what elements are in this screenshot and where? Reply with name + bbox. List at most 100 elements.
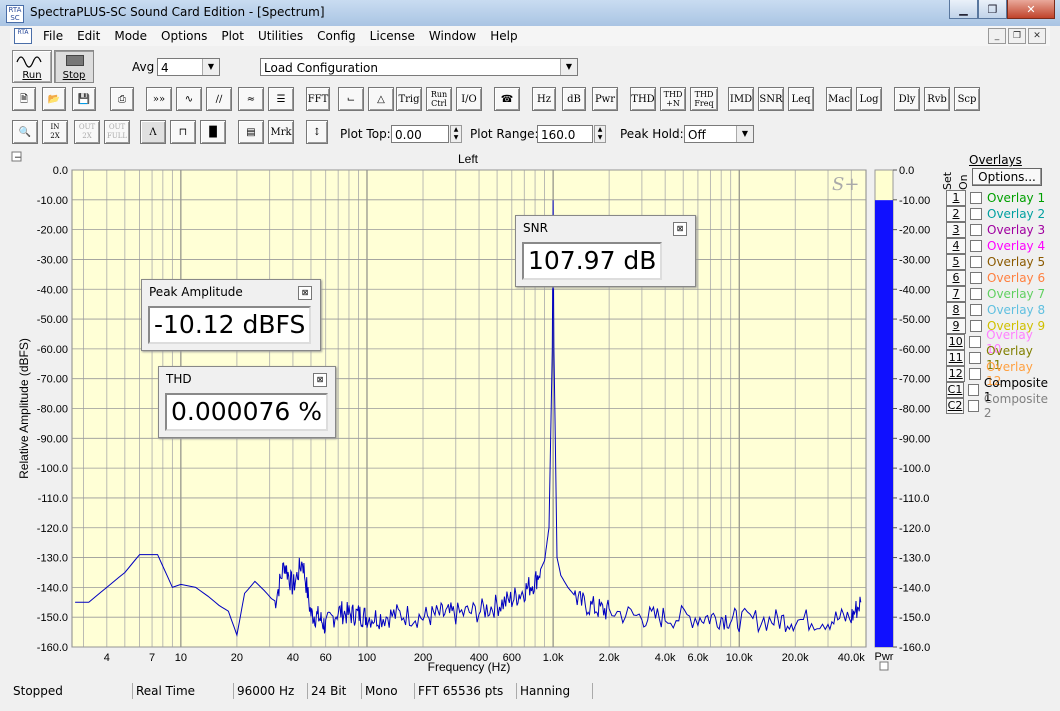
menu-mode[interactable]: Mode xyxy=(107,29,154,43)
io-button[interactable]: I/O xyxy=(456,87,482,111)
fast-forward-icon[interactable]: »» xyxy=(146,87,172,111)
axis-icon[interactable]: ⌙ xyxy=(338,87,364,111)
peak-amplitude-popup[interactable]: Peak Amplitude ⊠ -10.12 dBFS xyxy=(141,279,321,351)
overlay-checkbox[interactable] xyxy=(970,208,982,220)
mac-button[interactable]: Mac xyxy=(826,87,852,111)
plot-range-spinner[interactable]: ▲ ▼ xyxy=(594,125,606,143)
octave-plot-icon[interactable]: ▐▌ xyxy=(200,120,226,144)
mdi-restore-button[interactable]: ❐ xyxy=(1008,28,1026,44)
menu-plot[interactable]: Plot xyxy=(214,29,251,43)
overlay-set-button[interactable]: 5 xyxy=(946,254,966,270)
scope-icon[interactable]: ☎ xyxy=(494,87,520,111)
close-icon[interactable]: ⊠ xyxy=(298,286,312,300)
waterfall-icon[interactable]: ☰ xyxy=(268,87,294,111)
close-icon[interactable]: ⊠ xyxy=(673,222,687,236)
leq-button[interactable]: Leq xyxy=(788,87,814,111)
minimize-button[interactable]: ▁ xyxy=(949,0,978,19)
run-button[interactable]: Run xyxy=(12,50,52,83)
overlay-checkbox[interactable] xyxy=(969,336,982,348)
edit-wave-icon[interactable]: ∿ xyxy=(176,87,202,111)
imd-button[interactable]: IMD xyxy=(728,87,754,111)
table-icon[interactable]: ▤ xyxy=(238,120,264,144)
overlay-set-button[interactable]: 11 xyxy=(946,350,966,366)
menu-license[interactable]: License xyxy=(363,29,422,43)
print-icon[interactable]: ⎙ xyxy=(110,87,134,111)
overlay-checkbox[interactable] xyxy=(970,320,982,332)
peak-hold-select[interactable]: Off ▼ xyxy=(684,125,754,143)
zoom-full-icon[interactable]: OUT FULL xyxy=(104,120,130,144)
menu-file[interactable]: File xyxy=(36,29,70,43)
overlay-set-button[interactable]: 10 xyxy=(946,334,966,350)
line-plot-icon[interactable]: Λ xyxy=(140,120,166,144)
menu-utilities[interactable]: Utilities xyxy=(251,29,310,43)
overlay-set-button[interactable]: 1 xyxy=(946,190,966,206)
chevron-down-icon[interactable]: ▼ xyxy=(560,59,577,75)
chevron-down-icon[interactable]: ▼ xyxy=(202,59,219,75)
zoom-icon[interactable]: 🔍 xyxy=(12,120,38,144)
snr-button[interactable]: SNR xyxy=(758,87,784,111)
document-icon[interactable]: RTA xyxy=(14,28,32,44)
pwr-button[interactable]: Pwr xyxy=(592,87,618,111)
overlay-set-button[interactable]: 4 xyxy=(946,238,966,254)
overlay-checkbox[interactable] xyxy=(970,288,982,300)
zoom-in-2x-icon[interactable]: IN 2X xyxy=(42,120,68,144)
scp-button[interactable]: Scp xyxy=(954,87,980,111)
overlay-set-button[interactable]: C2 xyxy=(946,398,965,414)
overlay-set-button[interactable]: 7 xyxy=(946,286,966,302)
save-icon[interactable]: 💾 xyxy=(72,87,96,111)
run-ctrl-button[interactable]: Run Ctrl xyxy=(426,87,452,111)
stop-button[interactable]: Stop xyxy=(54,50,94,83)
collapse-icon[interactable]: − xyxy=(14,153,22,163)
overlay-checkbox[interactable] xyxy=(970,304,982,316)
overlay-checkbox[interactable] xyxy=(969,368,982,380)
overlay-options-button[interactable]: Options... xyxy=(972,168,1042,186)
spectraplus-icon[interactable]: RTA SC xyxy=(6,5,24,23)
title-bar[interactable]: RTA SC SpectraPLUS-SC Sound Card Edition … xyxy=(0,0,1060,26)
close-icon[interactable]: ⊠ xyxy=(313,373,327,387)
open-file-icon[interactable]: 📂 xyxy=(42,87,66,111)
cursor-icon[interactable]: ↕ xyxy=(306,120,328,144)
snr-popup[interactable]: SNR ⊠ 107.97 dB xyxy=(515,215,696,287)
overlay-set-button[interactable]: 12 xyxy=(946,366,966,382)
spectrum-plot[interactable]: − Left 0.0 -10.00 -20.00 -30.00 -40.00 -50.00… xyxy=(10,150,936,680)
zoom-out-2x-icon[interactable]: OUT 2X xyxy=(74,120,100,144)
overlay-set-button[interactable]: C1 xyxy=(946,382,965,398)
signal-gen-icon[interactable]: ≈ xyxy=(238,87,264,111)
restore-button[interactable]: ❐ xyxy=(978,0,1007,19)
db-button[interactable]: dB xyxy=(562,87,586,111)
overlay-set-button[interactable]: 9 xyxy=(946,318,966,334)
bar-plot-icon[interactable]: ⊓ xyxy=(170,120,196,144)
avg-select[interactable]: 4 ▼ xyxy=(157,58,220,76)
sweep-icon[interactable]: ∕∕ xyxy=(206,87,232,111)
thd-freq-button[interactable]: THD Freq xyxy=(690,87,718,111)
trig-button[interactable]: Trig xyxy=(396,87,422,111)
chevron-down-icon[interactable]: ▼ xyxy=(736,126,753,142)
plot-top-spinner[interactable]: ▲ ▼ xyxy=(450,125,462,143)
config-select[interactable]: Load Configuration ▼ xyxy=(260,58,578,76)
collapse-icon[interactable] xyxy=(879,661,889,671)
new-file-icon[interactable]: 🗎 xyxy=(12,87,36,111)
dly-button[interactable]: Dly xyxy=(894,87,920,111)
overlay-set-button[interactable]: 6 xyxy=(946,270,966,286)
thd-button[interactable]: THD xyxy=(630,87,656,111)
menu-window[interactable]: Window xyxy=(422,29,483,43)
overlay-set-button[interactable]: 3 xyxy=(946,222,966,238)
marker-button[interactable]: Mrk xyxy=(268,120,294,144)
overlay-checkbox[interactable] xyxy=(970,240,982,252)
overlay-checkbox[interactable] xyxy=(968,384,979,396)
plot-range-input[interactable]: 160.0 xyxy=(537,125,593,143)
thd-popup[interactable]: THD ⊠ 0.000076 % xyxy=(158,366,336,438)
thd-n-button[interactable]: THD +N xyxy=(660,87,686,111)
mdi-close-button[interactable]: ✕ xyxy=(1028,28,1046,44)
menu-config[interactable]: Config xyxy=(310,29,363,43)
overlay-checkbox[interactable] xyxy=(970,272,982,284)
overlay-checkbox[interactable] xyxy=(970,192,982,204)
mdi-minimize-button[interactable]: _ xyxy=(988,28,1006,44)
rvb-button[interactable]: Rvb xyxy=(924,87,950,111)
overlay-checkbox[interactable] xyxy=(968,400,979,412)
overlay-checkbox[interactable] xyxy=(970,224,982,236)
overlay-checkbox[interactable] xyxy=(969,352,982,364)
log-button[interactable]: Log xyxy=(856,87,882,111)
overlay-set-button[interactable]: 8 xyxy=(946,302,966,318)
fft-button[interactable]: FFT xyxy=(306,87,330,111)
